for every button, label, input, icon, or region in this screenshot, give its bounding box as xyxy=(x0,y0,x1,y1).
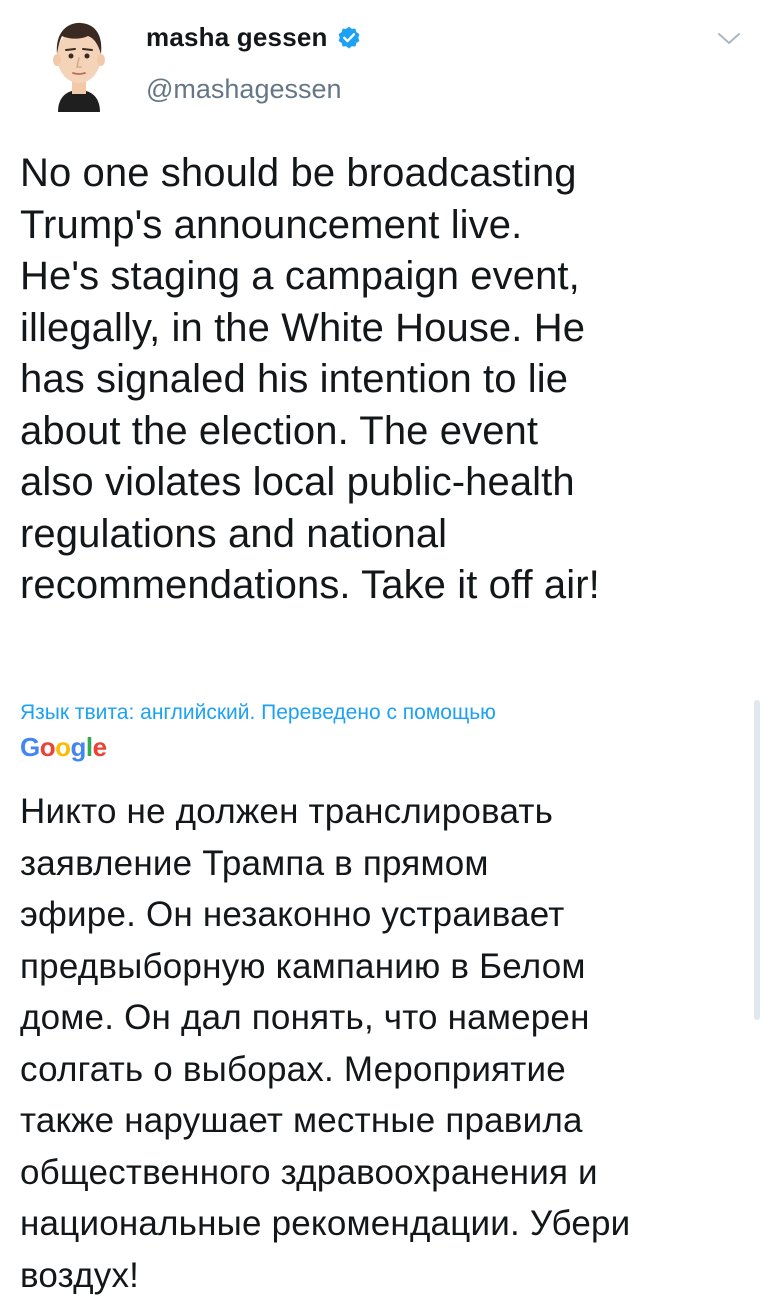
verified-badge-icon xyxy=(338,26,360,49)
author-handle[interactable]: @mashagessen xyxy=(146,74,342,105)
tweet-header: masha gessen @mashagessen xyxy=(0,0,762,130)
google-logo: Google xyxy=(20,732,107,762)
cartoon-avatar-icon[interactable] xyxy=(40,14,118,112)
author-name-row[interactable]: masha gessen xyxy=(146,22,362,53)
translated-text: Никто не должен транслировать заявление … xyxy=(20,792,631,1295)
scrollbar-thumb[interactable] xyxy=(754,700,760,1020)
author-display-name[interactable]: masha gessen xyxy=(146,22,328,53)
translation-meta-label: Язык твита: английский. Переведено с пом… xyxy=(20,701,496,724)
tweet-text: No one should be broadcasting Trump's an… xyxy=(20,151,600,607)
chevron-down-icon[interactable] xyxy=(716,30,742,48)
